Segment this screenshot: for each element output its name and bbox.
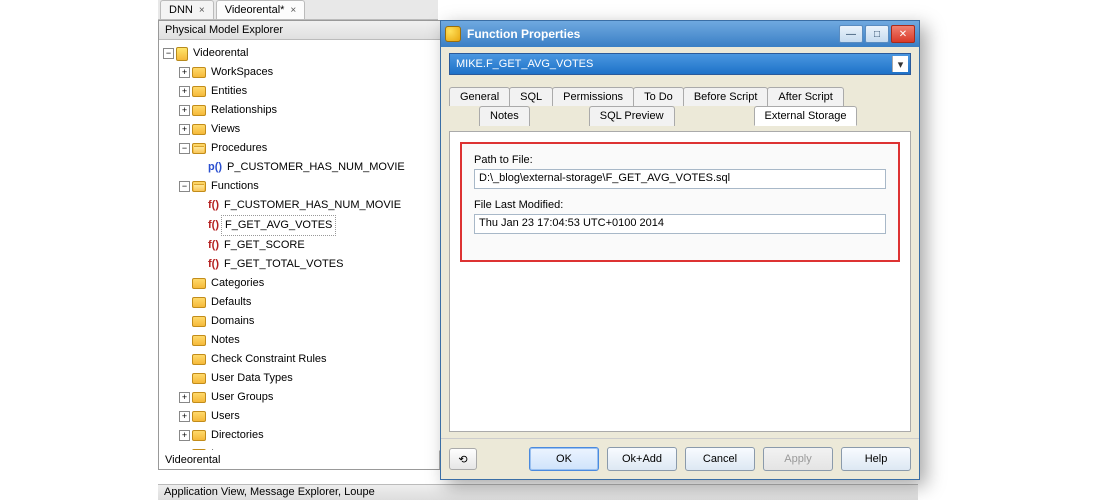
path-input[interactable]: D:\_blog\external-storage\F_GET_AVG_VOTE… bbox=[474, 169, 886, 189]
expand-icon[interactable]: + bbox=[179, 67, 190, 78]
folder-icon bbox=[192, 411, 206, 422]
function-icon: f() bbox=[208, 256, 219, 273]
folder-icon bbox=[192, 449, 206, 450]
tab-sql[interactable]: SQL bbox=[509, 87, 553, 106]
func-item[interactable]: F_CUSTOMER_HAS_NUM_MOVIE bbox=[221, 196, 404, 215]
proc-item[interactable]: P_CUSTOMER_HAS_NUM_MOVIE bbox=[224, 158, 408, 177]
maximize-button[interactable]: □ bbox=[865, 25, 889, 43]
dialog-tabs: General SQL Permissions To Do Before Scr… bbox=[449, 87, 911, 126]
tab-permissions[interactable]: Permissions bbox=[552, 87, 634, 106]
expand-icon[interactable]: + bbox=[179, 86, 190, 97]
ok-add-button[interactable]: Ok+Add bbox=[607, 447, 677, 471]
tab-notes[interactable]: Notes bbox=[479, 106, 530, 126]
node-check-rules[interactable]: Check Constraint Rules bbox=[208, 350, 330, 369]
folder-icon bbox=[192, 124, 206, 135]
node-user-data-types[interactable]: User Data Types bbox=[208, 369, 296, 388]
app-icon bbox=[445, 26, 461, 42]
collapse-icon[interactable]: − bbox=[163, 48, 174, 59]
folder-icon bbox=[192, 86, 206, 97]
close-icon[interactable]: × bbox=[199, 5, 205, 16]
tab-before-script[interactable]: Before Script bbox=[683, 87, 769, 106]
node-users[interactable]: Users bbox=[208, 407, 243, 426]
close-button[interactable]: ✕ bbox=[891, 25, 915, 43]
expand-icon[interactable]: + bbox=[179, 392, 190, 403]
tab-dnn[interactable]: DNN × bbox=[160, 0, 214, 19]
cancel-button[interactable]: Cancel bbox=[685, 447, 755, 471]
help-button[interactable]: Help bbox=[841, 447, 911, 471]
function-icon: f() bbox=[208, 237, 219, 254]
function-icon: f() bbox=[208, 197, 219, 214]
func-item-selected[interactable]: F_GET_AVG_VOTES bbox=[221, 215, 336, 236]
tab-content: Path to File: D:\_blog\external-storage\… bbox=[449, 131, 911, 432]
function-selector[interactable]: MIKE.F_GET_AVG_VOTES ▾ bbox=[449, 53, 911, 75]
collapse-icon[interactable]: − bbox=[179, 143, 190, 154]
node-directories[interactable]: Directories bbox=[208, 426, 267, 445]
node-procedures[interactable]: Procedures bbox=[208, 139, 270, 158]
expand-icon[interactable]: + bbox=[179, 105, 190, 116]
folder-icon bbox=[192, 430, 206, 441]
tab-label: DNN bbox=[169, 4, 193, 16]
folder-icon bbox=[192, 278, 206, 289]
func-item[interactable]: F_GET_SCORE bbox=[221, 236, 308, 255]
tab-after-script[interactable]: After Script bbox=[767, 87, 843, 106]
collapse-icon[interactable]: − bbox=[179, 181, 190, 192]
dock-tab-videorental[interactable]: Videorental bbox=[159, 450, 440, 469]
chevron-down-icon[interactable]: ▾ bbox=[892, 56, 908, 72]
node-relationships[interactable]: Relationships bbox=[208, 101, 280, 120]
dialog-footer: ⟲ OK Ok+Add Cancel Apply Help bbox=[441, 438, 919, 479]
dock-tabs: Videorental bbox=[159, 450, 440, 469]
apply-button: Apply bbox=[763, 447, 833, 471]
expand-icon[interactable]: + bbox=[179, 430, 190, 441]
folder-open-icon bbox=[192, 181, 206, 192]
folder-open-icon bbox=[192, 143, 206, 154]
func-item[interactable]: F_GET_TOTAL_VOTES bbox=[221, 255, 346, 274]
expand-icon[interactable]: + bbox=[179, 124, 190, 135]
ok-button[interactable]: OK bbox=[529, 447, 599, 471]
node-notes[interactable]: Notes bbox=[208, 331, 243, 350]
function-properties-dialog: Function Properties — □ ✕ MIKE.F_GET_AVG… bbox=[440, 20, 920, 480]
folder-icon bbox=[192, 316, 206, 327]
status-bar: Application View, Message Explorer, Loup… bbox=[158, 484, 918, 500]
panel-title: Physical Model Explorer bbox=[159, 21, 440, 40]
path-label: Path to File: bbox=[474, 154, 886, 166]
tab-external-storage[interactable]: External Storage bbox=[754, 106, 858, 126]
titlebar[interactable]: Function Properties — □ ✕ bbox=[441, 21, 919, 47]
modified-input[interactable]: Thu Jan 23 17:04:53 UTC+0100 2014 bbox=[474, 214, 886, 234]
document-tabs: DNN × Videorental* × bbox=[158, 0, 438, 20]
folder-icon bbox=[192, 335, 206, 346]
procedure-icon: p() bbox=[208, 159, 222, 176]
tab-general[interactable]: General bbox=[449, 87, 510, 106]
dialog-title: Function Properties bbox=[467, 27, 837, 41]
node-functions[interactable]: Functions bbox=[208, 177, 262, 196]
folder-icon bbox=[192, 354, 206, 365]
tab-todo[interactable]: To Do bbox=[633, 87, 684, 106]
minimize-button[interactable]: — bbox=[839, 25, 863, 43]
tab-videorental[interactable]: Videorental* × bbox=[216, 0, 306, 19]
node-categories[interactable]: Categories bbox=[208, 274, 267, 293]
pin-button[interactable]: ⟲ bbox=[449, 448, 477, 470]
function-icon: f() bbox=[208, 217, 219, 234]
tab-sql-preview[interactable]: SQL Preview bbox=[589, 106, 675, 126]
folder-icon bbox=[192, 373, 206, 384]
tree-view[interactable]: − Videorental + WorkSpaces + Entities + Rel… bbox=[159, 40, 440, 450]
folder-icon bbox=[192, 297, 206, 308]
modified-label: File Last Modified: bbox=[474, 199, 886, 211]
tree-root[interactable]: Videorental bbox=[190, 44, 251, 63]
node-domains[interactable]: Domains bbox=[208, 312, 257, 331]
node-views[interactable]: Views bbox=[208, 120, 243, 139]
node-workspaces[interactable]: WorkSpaces bbox=[208, 63, 276, 82]
highlight-box: Path to File: D:\_blog\external-storage\… bbox=[460, 142, 900, 262]
folder-icon bbox=[192, 105, 206, 116]
tab-label: Videorental* bbox=[225, 4, 285, 16]
close-icon[interactable]: × bbox=[290, 5, 296, 16]
model-explorer-panel: Physical Model Explorer − Videorental + W… bbox=[158, 20, 441, 470]
node-defaults[interactable]: Defaults bbox=[208, 293, 254, 312]
node-user-groups[interactable]: User Groups bbox=[208, 388, 276, 407]
folder-icon bbox=[192, 67, 206, 78]
selector-value: MIKE.F_GET_AVG_VOTES bbox=[456, 58, 593, 70]
database-icon bbox=[176, 47, 188, 61]
folder-icon bbox=[192, 392, 206, 403]
expand-icon[interactable]: + bbox=[179, 411, 190, 422]
node-entities[interactable]: Entities bbox=[208, 82, 250, 101]
